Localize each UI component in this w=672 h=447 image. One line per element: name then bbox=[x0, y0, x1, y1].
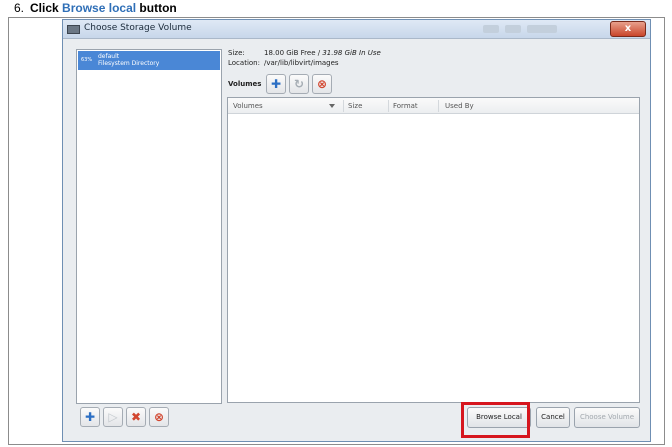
delete-pool-button[interactable]: ✖ bbox=[126, 407, 146, 427]
cancel-button[interactable]: Cancel bbox=[536, 407, 570, 428]
window-title: Choose Storage Volume bbox=[84, 23, 192, 33]
instruction-suffix: button bbox=[139, 1, 177, 15]
location-row: Location: /var/lib/libvirt/images bbox=[228, 59, 381, 69]
step-number: 6. bbox=[14, 1, 25, 15]
close-button[interactable]: x bbox=[610, 21, 646, 37]
instruction-prefix: Click bbox=[30, 1, 59, 15]
background-window-icon bbox=[527, 25, 557, 33]
window-app-icon bbox=[67, 25, 80, 34]
size-used-value: 31.98 GiB In Use bbox=[322, 49, 381, 57]
pool-name: default Filesystem Directory bbox=[98, 53, 159, 67]
refresh-icon: ↻ bbox=[293, 77, 305, 91]
background-window-icon bbox=[505, 25, 521, 33]
add-volume-button[interactable]: ✚ bbox=[266, 74, 286, 94]
refresh-volumes-button[interactable]: ↻ bbox=[289, 74, 309, 94]
pool-name-label: default bbox=[98, 53, 120, 60]
column-divider bbox=[343, 100, 344, 112]
column-divider bbox=[438, 100, 439, 112]
column-header-volumes[interactable]: Volumes bbox=[233, 102, 263, 110]
delete-x-icon: ✖ bbox=[130, 410, 142, 424]
title-bar[interactable]: Choose Storage Volume x bbox=[63, 20, 650, 39]
volumes-table-header: Volumes Size Format Used By bbox=[228, 98, 639, 114]
location-value: /var/lib/libvirt/images bbox=[264, 59, 339, 67]
plus-icon: ✚ bbox=[84, 410, 96, 424]
pool-type-label: Filesystem Directory bbox=[98, 60, 160, 67]
highlight-box bbox=[461, 402, 530, 438]
column-divider bbox=[388, 100, 389, 112]
sort-arrow-icon bbox=[329, 104, 335, 108]
stop-pool-button[interactable]: ⊗ bbox=[149, 407, 169, 427]
pool-info: Size: 18.00 GiB Free / 31.98 GiB In Use L… bbox=[228, 49, 381, 69]
column-header-format[interactable]: Format bbox=[393, 102, 418, 110]
size-row: Size: 18.00 GiB Free / 31.98 GiB In Use bbox=[228, 49, 381, 59]
choose-volume-button[interactable]: Choose Volume bbox=[574, 407, 640, 428]
plus-icon: ✚ bbox=[270, 77, 282, 91]
choose-storage-volume-window: Choose Storage Volume x 63% default File… bbox=[62, 19, 651, 442]
size-label: Size: bbox=[228, 49, 245, 57]
column-header-size[interactable]: Size bbox=[348, 102, 362, 110]
background-window-icon bbox=[483, 25, 499, 33]
instruction-target: Browse local bbox=[62, 1, 137, 15]
volumes-table[interactable]: Volumes Size Format Used By bbox=[227, 97, 640, 403]
column-header-used-by[interactable]: Used By bbox=[445, 102, 474, 110]
location-label: Location: bbox=[228, 59, 260, 67]
stop-icon: ⊗ bbox=[153, 410, 165, 424]
instruction-text: 6. Click Browse local button bbox=[14, 1, 177, 15]
stop-icon: ⊗ bbox=[316, 77, 328, 91]
add-pool-button[interactable]: ✚ bbox=[80, 407, 100, 427]
size-free-value: 18.00 GiB Free / bbox=[264, 49, 321, 57]
storage-pool-list[interactable]: 63% default Filesystem Directory bbox=[76, 49, 222, 404]
play-icon: ▷ bbox=[108, 410, 118, 424]
delete-volume-button[interactable]: ⊗ bbox=[312, 74, 332, 94]
start-pool-button[interactable]: ▷ bbox=[103, 407, 123, 427]
pool-item-default[interactable]: 63% default Filesystem Directory bbox=[78, 51, 220, 70]
pool-usage-percent: 63% bbox=[81, 57, 93, 63]
volumes-label: Volumes bbox=[228, 80, 262, 88]
bottom-bar: ✚ ▷ ✖ ⊗ Browse Local Cancel Choose Volum… bbox=[74, 405, 642, 435]
